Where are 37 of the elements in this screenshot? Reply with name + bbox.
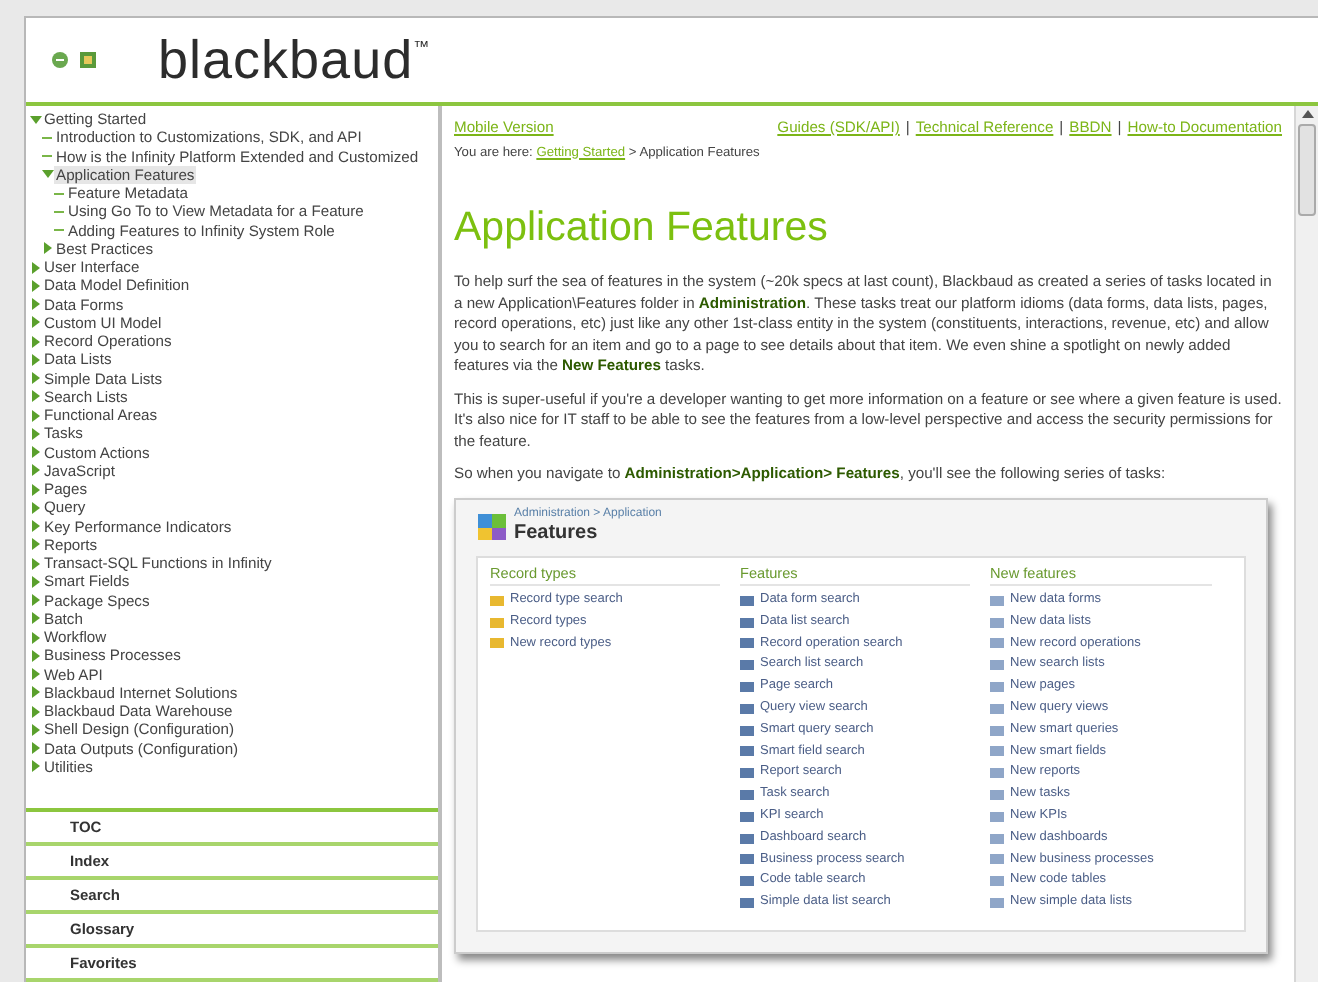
collapsed-arrow-icon[interactable] <box>30 335 42 348</box>
collapsed-arrow-icon[interactable] <box>30 353 42 366</box>
collapsed-arrow-icon[interactable] <box>30 612 42 625</box>
collapsed-arrow-icon[interactable] <box>30 409 42 422</box>
collapsed-arrow-icon[interactable] <box>30 427 42 440</box>
screenshot-title: Features <box>514 521 600 543</box>
collapsed-arrow-icon[interactable] <box>30 501 42 514</box>
collapsed-arrow-icon[interactable] <box>30 464 42 477</box>
collapsed-arrow-icon[interactable] <box>30 575 42 588</box>
page-title: Application Features <box>454 204 830 252</box>
collapsed-arrow-icon[interactable] <box>30 557 42 570</box>
scrollbar-thumb[interactable] <box>1298 124 1316 216</box>
collapsed-arrow-icon[interactable] <box>30 705 42 718</box>
collapsed-arrow-icon[interactable] <box>30 520 42 533</box>
collapsed-arrow-icon[interactable] <box>30 483 42 496</box>
expanded-arrow-icon[interactable] <box>30 113 42 126</box>
collapsed-arrow-icon[interactable] <box>30 631 42 644</box>
collapsed-arrow-icon[interactable] <box>30 316 42 329</box>
logo: blackbaud$^{™}$ <box>158 29 431 91</box>
collapsed-arrow-icon[interactable] <box>30 723 42 736</box>
puzzle-icon <box>476 509 508 541</box>
collapsed-arrow-icon[interactable] <box>30 649 42 662</box>
collapsed-arrow-icon[interactable] <box>30 446 42 459</box>
collapsed-arrow-icon[interactable] <box>30 261 42 274</box>
collapsed-arrow-icon[interactable] <box>30 686 42 699</box>
collapsed-arrow-icon[interactable] <box>30 668 42 681</box>
collapsed-arrow-icon[interactable] <box>30 742 42 755</box>
collapsed-arrow-icon[interactable] <box>30 279 42 292</box>
collapsed-arrow-icon[interactable] <box>30 390 42 403</box>
collapsed-arrow-icon[interactable] <box>30 298 42 311</box>
collapsed-arrow-icon[interactable] <box>30 372 42 385</box>
collapsed-arrow-icon[interactable] <box>30 594 42 607</box>
collapsed-arrow-icon[interactable] <box>30 760 42 773</box>
collapsed-arrow-icon[interactable] <box>42 242 54 255</box>
expanded-arrow-icon[interactable] <box>42 168 54 181</box>
scroll-up-icon[interactable] <box>1301 110 1313 118</box>
collapsed-arrow-icon[interactable] <box>30 538 42 551</box>
